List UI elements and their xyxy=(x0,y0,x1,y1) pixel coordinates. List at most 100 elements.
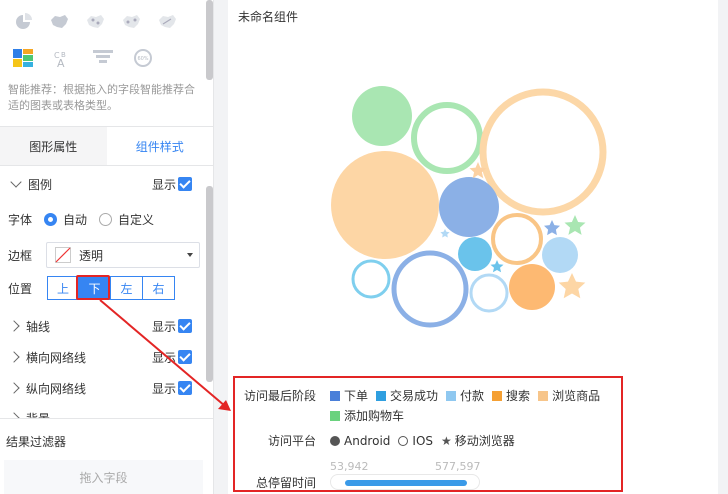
legend-item[interactable]: 下单 xyxy=(330,387,368,404)
gauge-icon[interactable]: 60% xyxy=(132,48,154,68)
legend-item[interactable]: 搜索 xyxy=(492,387,530,404)
position-label: 位置 xyxy=(8,281,33,296)
filter-drop-zone[interactable]: 拖入字段 xyxy=(4,460,203,494)
axis-section[interactable]: 轴线 显示 xyxy=(0,316,200,336)
legend-item-label: 付款 xyxy=(460,389,485,403)
legend-section-label: 图例 xyxy=(28,177,53,192)
legend-swatch xyxy=(446,390,457,401)
legend-duration-max: 577,597 xyxy=(435,460,481,473)
bubble[interactable] xyxy=(469,273,509,313)
legend-show-label: 显示 xyxy=(151,177,176,192)
chevron-right-icon xyxy=(8,320,20,332)
chart-type-row-1 xyxy=(0,0,213,36)
duration-range-bar xyxy=(345,480,467,486)
position-right-button[interactable]: 右 xyxy=(143,276,175,300)
text-chart-icon[interactable]: C BA xyxy=(52,48,74,68)
legend-item-label: 添加购物车 xyxy=(344,409,405,423)
legend-item[interactable]: 添加购物车 xyxy=(330,407,404,424)
border-label: 边框 xyxy=(8,248,33,263)
dot-map-icon[interactable] xyxy=(84,12,106,32)
bubble[interactable] xyxy=(479,88,607,216)
chevron-right-icon xyxy=(8,382,20,394)
legend-item[interactable]: 交易成功 xyxy=(376,387,438,404)
bubble[interactable] xyxy=(411,102,483,174)
bubble[interactable] xyxy=(351,259,391,299)
position-top-button[interactable]: 上 xyxy=(47,276,79,300)
axis-section-label: 轴线 xyxy=(26,319,51,334)
legend-item[interactable]: IOS xyxy=(398,434,433,448)
legend-item[interactable]: 浏览商品 xyxy=(538,387,600,404)
background-section[interactable]: 背景 xyxy=(0,408,200,418)
bubble[interactable] xyxy=(509,264,555,310)
legend-stage-items: 下单 交易成功 付款 搜索 浏览商品 添加购物车 xyxy=(330,387,620,424)
legend-item-label: 移动浏览器 xyxy=(454,434,515,448)
legend-platform-items: Android IOS ★ 移动浏览器 xyxy=(330,432,523,449)
pie-map-icon[interactable] xyxy=(12,12,34,32)
duration-range-track[interactable] xyxy=(330,474,480,490)
axis-show-label: 显示 xyxy=(151,319,176,334)
panel-scrollbar[interactable] xyxy=(206,186,213,382)
star-bubble[interactable] xyxy=(440,229,450,238)
legend-duration-label: 总停留时间 xyxy=(256,476,317,490)
funnel-icon[interactable] xyxy=(92,48,114,68)
result-filter: 结果过滤器 拖入字段 xyxy=(0,418,213,494)
hollow-circle-icon xyxy=(398,435,409,446)
border-select[interactable]: 透明 xyxy=(46,242,200,268)
star-bubble[interactable] xyxy=(544,220,560,236)
legend-item[interactable]: 付款 xyxy=(446,387,484,404)
legend-item-label: 搜索 xyxy=(506,389,531,403)
legend-item-label: 下单 xyxy=(344,389,369,403)
position-button-group: 上 下 左 右 xyxy=(47,276,175,300)
horizontal-grid-section[interactable]: 横向网络线 显示 xyxy=(0,347,200,367)
bubble-chart[interactable] xyxy=(228,0,718,380)
chart-type-row-2: CBA 60% xyxy=(0,36,213,74)
dot-map-3-icon[interactable] xyxy=(156,12,178,32)
star-bubble[interactable] xyxy=(564,215,586,235)
bubble[interactable] xyxy=(458,237,492,271)
top-scrollbar[interactable] xyxy=(206,0,213,80)
tab-component-style[interactable]: 组件样式 xyxy=(106,127,213,165)
vertical-grid-section[interactable]: 纵向网络线 显示 xyxy=(0,378,200,398)
font-custom-radio[interactable] xyxy=(99,212,113,226)
position-left-button[interactable]: 左 xyxy=(111,276,143,300)
china-map-icon[interactable] xyxy=(48,12,70,32)
chevron-down-icon xyxy=(10,176,22,188)
legend-stage-label: 访问最后阶段 xyxy=(244,389,317,403)
bubble[interactable] xyxy=(491,213,543,265)
bubble[interactable] xyxy=(542,237,578,273)
bubble[interactable] xyxy=(352,86,412,146)
horizontal-grid-checkbox[interactable] xyxy=(178,350,192,364)
vertical-grid-checkbox[interactable] xyxy=(178,381,192,395)
vertical-grid-label: 纵向网络线 xyxy=(26,381,87,396)
transparent-swatch-icon xyxy=(55,247,71,263)
legend-swatch xyxy=(330,390,340,401)
legend-item-label: IOS xyxy=(412,433,434,448)
filled-circle-icon xyxy=(330,435,340,446)
config-sidebar: CBA 60% 智能推荐：根据拖入的字段智能推荐合适的图表或表格类型。 图形属性… xyxy=(0,0,214,494)
font-label: 字体 xyxy=(8,212,33,227)
star-bubble[interactable] xyxy=(558,273,586,299)
gauge-icon-text: 60% xyxy=(137,56,148,62)
legend-show-checkbox[interactable] xyxy=(178,177,192,191)
legend-swatch xyxy=(376,390,387,401)
bubble[interactable] xyxy=(391,250,469,328)
dropdown-arrow-icon xyxy=(187,253,193,257)
color-block-icon[interactable] xyxy=(12,48,34,68)
font-auto-radio[interactable] xyxy=(44,212,58,226)
legend-section[interactable]: 图例 显示 xyxy=(0,174,200,194)
tab-graphic-properties[interactable]: 图形属性 xyxy=(0,127,107,165)
vertical-grid-show-label: 显示 xyxy=(151,381,176,396)
svg-text:A: A xyxy=(57,57,65,68)
legend-item-label: 浏览商品 xyxy=(552,389,601,403)
result-filter-title: 结果过滤器 xyxy=(6,435,67,449)
bubble[interactable] xyxy=(331,151,439,259)
legend-item[interactable]: Android xyxy=(330,434,390,448)
star-bubble[interactable] xyxy=(490,260,504,273)
bubble[interactable] xyxy=(439,177,499,237)
axis-show-checkbox[interactable] xyxy=(178,319,192,333)
background-section-label: 背景 xyxy=(26,410,50,419)
legend-item[interactable]: ★ 移动浏览器 xyxy=(441,432,515,449)
dot-map-2-icon[interactable] xyxy=(120,12,142,32)
legend-duration-min: 53,942 xyxy=(330,460,369,473)
legend-swatch xyxy=(330,410,340,421)
